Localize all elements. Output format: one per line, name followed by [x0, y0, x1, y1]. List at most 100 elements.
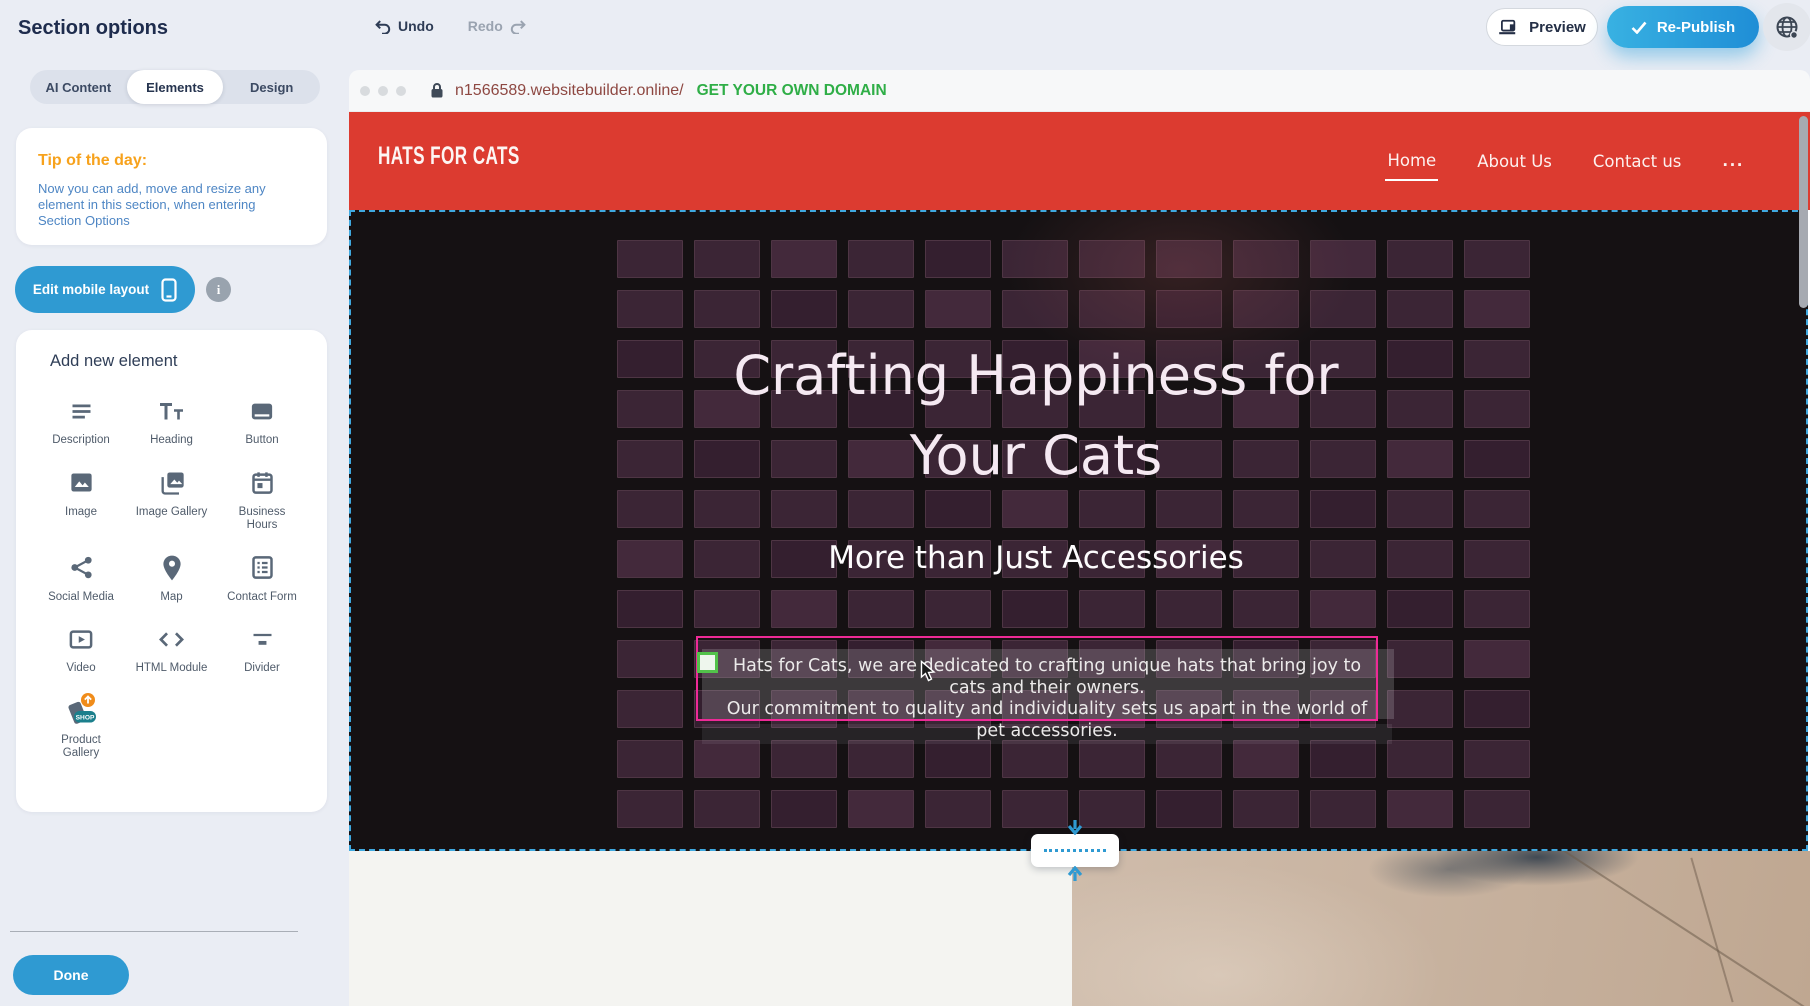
hero-tile [1079, 740, 1145, 778]
preview-button[interactable]: Preview [1486, 8, 1598, 46]
hero-tile [848, 290, 914, 328]
element-button[interactable]: Button [217, 393, 307, 448]
edit-mobile-layout-button[interactable]: Edit mobile layout [15, 266, 195, 313]
button-icon [248, 393, 276, 429]
contact-form-icon [249, 550, 276, 586]
redo-icon [510, 19, 528, 34]
preview-label: Preview [1529, 19, 1586, 36]
hero-tile [694, 740, 760, 778]
element-html-module[interactable]: HTML Module [127, 621, 217, 676]
hero-heading[interactable]: Crafting Happiness for Your Cats [681, 336, 1391, 496]
tab-elements[interactable]: Elements [127, 70, 224, 104]
info-icon[interactable]: i [206, 277, 231, 302]
hero-tile [617, 340, 683, 378]
element-image[interactable]: Image [36, 465, 126, 533]
hero-tile [1464, 390, 1530, 428]
next-section-photo[interactable] [1072, 851, 1810, 1006]
redo-label: Redo [468, 18, 503, 34]
element-divider[interactable]: Divider [217, 621, 307, 676]
add-element-panel: Add new element Description Heading Butt… [16, 330, 327, 812]
hero-heading-line2: Your Cats [681, 416, 1391, 496]
hero-tile [617, 740, 683, 778]
element-business-hours[interactable]: Business Hours [217, 465, 307, 533]
hero-tile [617, 240, 683, 278]
next-section-blank[interactable] [349, 851, 1072, 1006]
selection-drag-handle[interactable] [697, 652, 718, 673]
element-video[interactable]: Video [36, 621, 126, 676]
selection-outline[interactable] [696, 636, 1378, 721]
product-gallery-icon: SHOP [61, 693, 101, 729]
image-icon [68, 465, 95, 501]
tip-title: Tip of the day: [38, 152, 305, 170]
image-gallery-icon [158, 465, 186, 501]
hero-tile [1464, 590, 1530, 628]
hero-tile [1002, 290, 1068, 328]
section-resize-handle[interactable] [1031, 834, 1119, 867]
hero-subheading[interactable]: More than Just Accessories [681, 540, 1391, 576]
hero-tile [1464, 440, 1530, 478]
republish-label: Re-Publish [1657, 19, 1735, 36]
resize-dotted-line [1044, 849, 1106, 852]
tab-design[interactable]: Design [223, 70, 320, 104]
hero-tile [617, 690, 683, 728]
hero-tile [694, 790, 760, 828]
hero-tile [1079, 290, 1145, 328]
element-map[interactable]: Map [127, 550, 217, 605]
arrow-up-icon [1062, 866, 1088, 881]
hero-tile [1310, 590, 1376, 628]
element-contact-form[interactable]: Contact Form [217, 550, 307, 605]
redo-button[interactable]: Redo [468, 18, 528, 34]
hero-tile [1233, 290, 1299, 328]
site-logo[interactable]: HATS FOR CATS [378, 141, 520, 170]
hero-tile [617, 390, 683, 428]
hero-tile [617, 590, 683, 628]
check-icon [1631, 21, 1647, 34]
hero-tile [925, 590, 991, 628]
laptop-icon [1498, 19, 1520, 35]
element-image-gallery[interactable]: Image Gallery [127, 465, 217, 533]
hero-tile [617, 640, 683, 678]
element-description[interactable]: Description [36, 393, 126, 448]
business-hours-icon [249, 465, 276, 501]
hero-heading-line1: Crafting Happiness for [681, 336, 1391, 416]
hero-tile [1002, 740, 1068, 778]
hero-tile [1310, 790, 1376, 828]
republish-button[interactable]: Re-Publish [1607, 6, 1759, 48]
language-globe-button[interactable] [1763, 3, 1810, 51]
hero-tile [1387, 790, 1453, 828]
hero-tile [617, 290, 683, 328]
hero-tile [1464, 290, 1530, 328]
hero-tile [848, 590, 914, 628]
get-domain-link[interactable]: GET YOUR OWN DOMAIN [697, 82, 887, 100]
divider-icon [249, 621, 276, 657]
tab-ai-content[interactable]: AI Content [30, 70, 127, 104]
hero-tile [1387, 490, 1453, 528]
undo-label: Undo [398, 18, 434, 34]
hero-tile [1387, 390, 1453, 428]
pavement-crack [1690, 858, 1733, 1003]
hero-tile [1387, 340, 1453, 378]
nav-about-us[interactable]: About Us [1475, 143, 1554, 180]
hero-tile [1387, 640, 1453, 678]
window-dots [360, 86, 406, 96]
hero-tile [1464, 640, 1530, 678]
done-button[interactable]: Done [13, 955, 129, 995]
hero-tile [1310, 290, 1376, 328]
site-nav: Home About Us Contact us ... [1385, 112, 1746, 210]
element-heading[interactable]: Heading [127, 393, 217, 448]
canvas-scrollbar-thumb[interactable] [1799, 116, 1808, 308]
element-social-media[interactable]: Social Media [36, 550, 126, 605]
hero-tile [771, 240, 837, 278]
undo-button[interactable]: Undo [373, 18, 434, 34]
nav-home[interactable]: Home [1385, 142, 1438, 181]
nav-more[interactable]: ... [1720, 143, 1746, 179]
element-product-gallery[interactable]: SHOP Product Gallery [36, 693, 126, 761]
tip-of-the-day-card: Tip of the day: Now you can add, move an… [16, 128, 327, 245]
hero-section[interactable]: Crafting Happiness for Your Cats More th… [349, 210, 1808, 851]
hero-tile [1156, 740, 1222, 778]
hero-tile [925, 740, 991, 778]
hero-tile [1310, 740, 1376, 778]
hero-tile [771, 290, 837, 328]
site-header[interactable]: HATS FOR CATS Home About Us Contact us .… [349, 112, 1810, 210]
nav-contact-us[interactable]: Contact us [1591, 143, 1684, 180]
